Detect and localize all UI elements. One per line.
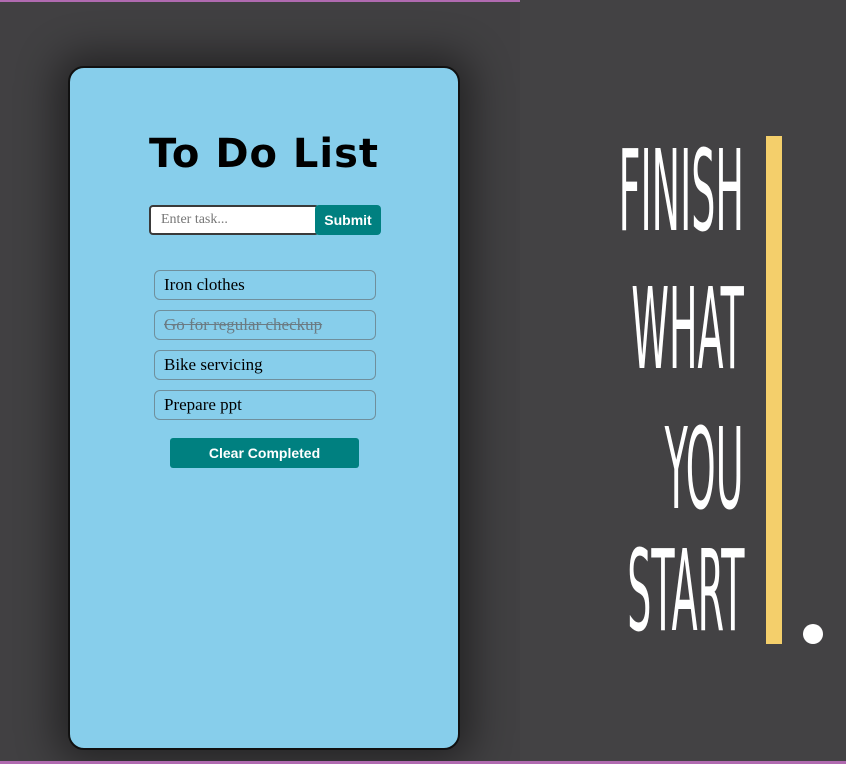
submit-button[interactable]: Submit bbox=[315, 205, 381, 235]
poster-accent-bar bbox=[766, 136, 782, 644]
poster-line-finish: FINISH bbox=[618, 125, 744, 257]
poster-period-dot bbox=[803, 624, 823, 644]
task-item-completed[interactable]: Go for regular checkup bbox=[154, 310, 376, 340]
task-item[interactable]: Iron clothes bbox=[154, 270, 376, 300]
poster-line-what: WHAT bbox=[631, 263, 744, 395]
task-input[interactable] bbox=[149, 205, 319, 235]
poster-line-start: START bbox=[626, 525, 744, 657]
todo-card: To Do List Submit Iron clothes Go for re… bbox=[68, 66, 460, 750]
task-item[interactable]: Bike servicing bbox=[154, 350, 376, 380]
task-list: Iron clothes Go for regular checkup Bike… bbox=[154, 270, 376, 430]
page-title: To Do List bbox=[148, 131, 380, 177]
task-item[interactable]: Prepare ppt bbox=[154, 390, 376, 420]
motivational-poster: FINISH WHAT YOU START bbox=[550, 128, 840, 658]
clear-completed-button[interactable]: Clear Completed bbox=[170, 438, 359, 468]
poster-line-you: YOU bbox=[665, 403, 744, 535]
